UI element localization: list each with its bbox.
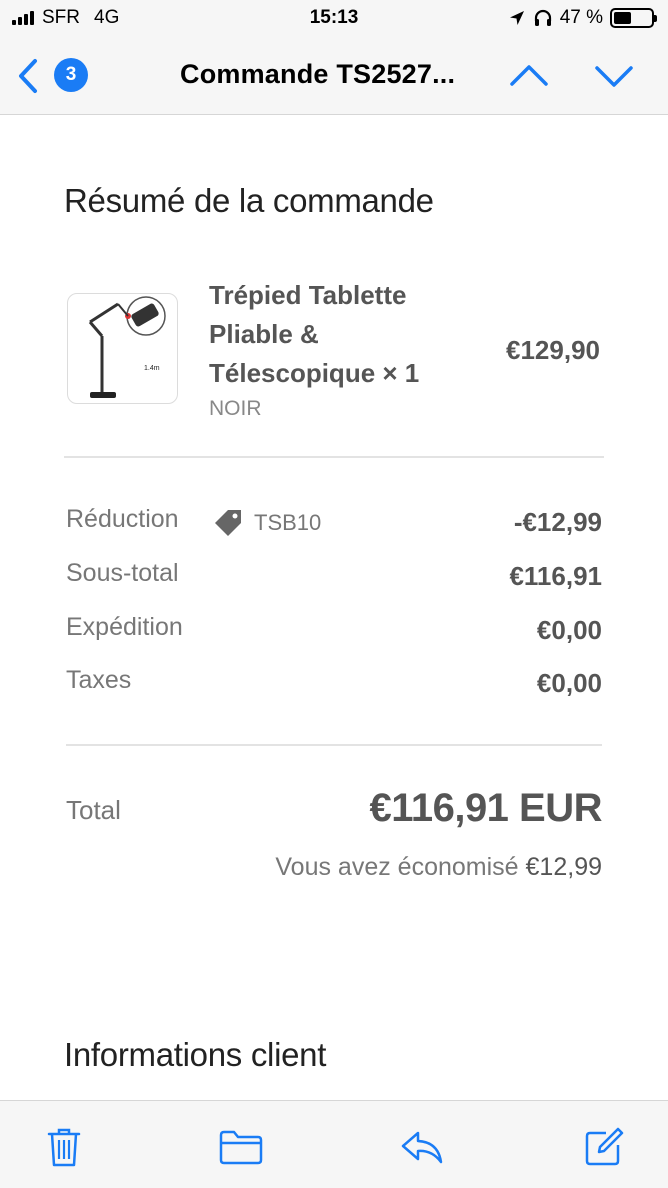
chevron-down-icon [595,66,633,87]
subtotal-row: Sous-total €116,91 [66,559,602,593]
taxes-label: Taxes [66,666,132,694]
discount-code-text: TSB10 [254,510,322,535]
bottom-toolbar [0,1100,668,1188]
back-button[interactable] [12,56,44,96]
reply-icon [401,1131,443,1164]
folder-icon [219,1130,263,1165]
savings-label: Vous avez économisé [275,853,519,881]
trash-icon [47,1128,81,1167]
taxes-row: Taxes €0,00 [66,666,602,700]
taxes-value: €0,00 [536,668,602,698]
reply-button[interactable] [400,1125,444,1169]
battery-icon [610,8,657,28]
discount-row: Réduction TSB10 -€12,99 [66,505,602,539]
navigation-bar: 3 Commande TS2527... [0,38,668,115]
subtotal-value: €116,91 [509,561,602,591]
product-image[interactable]: 1.4m [67,293,178,404]
product-variant: NOIR [209,397,262,420]
tripod-stand-image: 1.4m [88,296,166,398]
chevron-left-icon [19,59,37,93]
tag-icon [215,510,241,536]
order-summary-heading: Résumé de la commande [64,182,434,219]
discount-label: Réduction [66,505,179,533]
battery-percent: 47 % [559,7,603,28]
status-right: 47 % [508,7,657,29]
shipping-label: Expédition [66,613,183,641]
battery-level [614,12,631,24]
chevron-up-icon [510,65,548,86]
location-arrow-icon [509,11,524,25]
product-price: €129,90 [506,335,600,365]
total-value: €116,91 EUR [369,786,603,830]
compose-icon [585,1127,624,1166]
shipping-value: €0,00 [536,615,602,645]
headphones-icon [534,9,551,26]
move-to-folder-button[interactable] [219,1125,263,1169]
image-caption: 1.4m [144,365,160,372]
unread-count-badge[interactable]: 3 [54,58,88,92]
previous-message-button[interactable] [508,58,550,94]
next-message-button[interactable] [593,58,635,94]
compose-button[interactable] [582,1125,626,1169]
divider [66,744,602,746]
status-bar: SFR 4G 15:13 47 % [0,0,668,38]
customer-info-heading: Informations client [64,1036,327,1073]
discount-code: TSB10 [212,507,321,539]
discount-value: -€12,99 [513,507,602,537]
message-subject-title: Commande TS2527... [180,59,456,89]
total-label: Total [66,795,121,825]
savings-value: €12,99 [525,853,602,881]
subtotal-label: Sous-total [66,559,179,587]
shipping-row: Expédition €0,00 [66,613,602,647]
savings-line: Vous avez économisé €12,99 [275,853,602,882]
delete-button[interactable] [42,1125,86,1169]
product-name[interactable]: Trépied Tablette Pliable & Télescopique … [209,276,459,393]
divider [64,456,604,458]
